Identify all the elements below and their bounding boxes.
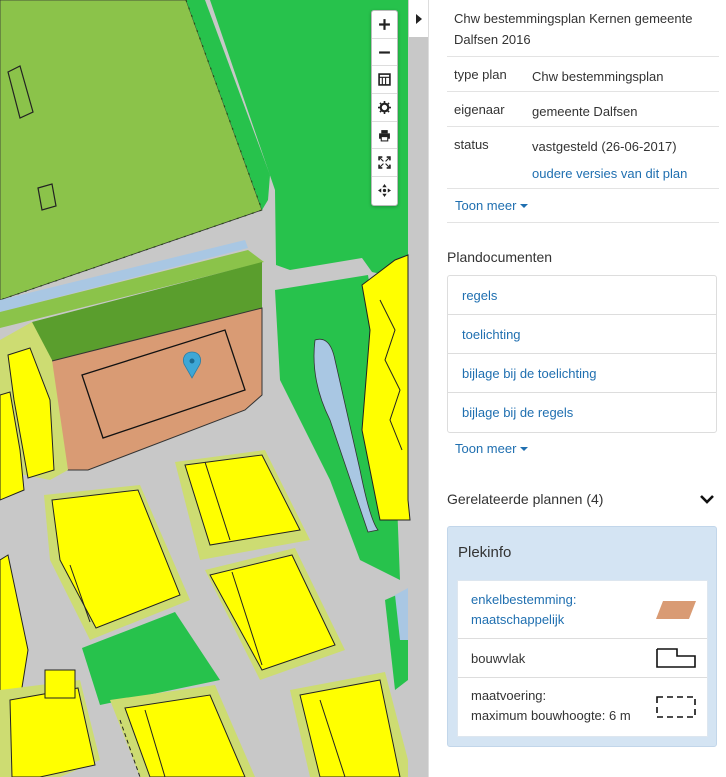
toon-meer-label: Toon meer	[455, 441, 517, 456]
plekinfo-list: enkelbestemming: maatschappelijk bouwvla…	[457, 580, 708, 737]
layers-button[interactable]	[372, 66, 397, 95]
zoom-in-button[interactable]	[372, 11, 397, 39]
fullscreen-button[interactable]	[372, 149, 397, 178]
info-row-status: status vastgesteld (26-06-2017) oudere v…	[447, 126, 719, 189]
info-row-eigenaar: eigenaar gemeente Dalfsen	[447, 91, 719, 127]
map-view[interactable]	[0, 0, 428, 777]
plekinfo-box: Plekinfo enkelbestemming: maatschappelij…	[447, 526, 717, 747]
map-toolbar	[371, 10, 398, 206]
print-icon	[379, 129, 390, 142]
plus-icon	[379, 18, 390, 30]
bouwvlak-outline-icon	[656, 648, 696, 668]
dashed-box-icon	[656, 696, 696, 718]
document-link-bijlage-toelichting[interactable]: bijlage bij de toelichting	[448, 354, 716, 393]
info-key: eigenaar	[454, 102, 505, 117]
minus-icon	[379, 50, 390, 54]
expand-icon	[378, 156, 391, 170]
settings-button[interactable]	[372, 94, 397, 122]
info-value: Chw bestemmingsplan	[532, 69, 664, 84]
print-button[interactable]	[372, 122, 397, 150]
map-canvas[interactable]	[0, 0, 428, 777]
plekinfo-title: Plekinfo	[458, 544, 512, 561]
toon-meer-button-1[interactable]: Toon meer	[455, 198, 529, 213]
crosshair-icon	[378, 184, 391, 198]
caret-down-icon	[520, 447, 529, 451]
older-versions-link[interactable]: oudere versies van dit plan	[532, 164, 687, 184]
plan-title: Chw bestemmingsplan Kernen gemeente Dalf…	[454, 11, 693, 47]
document-link-bijlage-regels[interactable]: bijlage bij de regels	[448, 393, 716, 432]
plek-item-enkelbestemming[interactable]: enkelbestemming: maatschappelijk	[458, 581, 707, 639]
panel-collapse-button[interactable]	[408, 0, 428, 37]
app-root: Chw bestemmingsplan Kernen gemeente Dalf…	[0, 0, 726, 777]
chevron-down-icon[interactable]	[700, 493, 714, 505]
salmon-parallelogram-icon	[656, 601, 696, 619]
divider	[447, 222, 719, 223]
layers-icon	[378, 73, 391, 86]
toon-meer-button-2[interactable]: Toon meer	[455, 441, 529, 456]
divider	[447, 188, 719, 189]
related-plans-toggle[interactable]: Gerelateerde plannen (4)	[447, 491, 603, 507]
status-value: vastgesteld (26-06-2017)	[532, 139, 677, 154]
plek-item-bouwvlak: bouwvlak	[458, 639, 707, 678]
info-key: status	[454, 137, 489, 152]
caret-down-icon	[520, 204, 529, 208]
document-link-regels[interactable]: regels	[448, 276, 716, 315]
toon-meer-label: Toon meer	[455, 198, 517, 213]
chevron-right-icon	[415, 13, 422, 24]
zoom-out-button[interactable]	[372, 39, 397, 67]
info-key: type plan	[454, 67, 507, 82]
plandocumenten-list: regels toelichting bijlage bij de toelic…	[447, 275, 717, 433]
gear-icon	[378, 100, 391, 114]
info-value: gemeente Dalfsen	[532, 104, 638, 119]
locate-button[interactable]	[372, 177, 397, 205]
plan-info-panel: Chw bestemmingsplan Kernen gemeente Dalf…	[428, 0, 726, 777]
plandocumenten-title: Plandocumenten	[447, 249, 553, 265]
document-link-toelichting[interactable]: toelichting	[448, 315, 716, 354]
info-value: vastgesteld (26-06-2017) oudere versies …	[532, 137, 687, 184]
info-row-type-plan: type plan Chw bestemmingsplan	[447, 56, 719, 92]
plek-item-maatvoering: maatvoering: maximum bouwhoogte: 6 m	[458, 678, 707, 736]
